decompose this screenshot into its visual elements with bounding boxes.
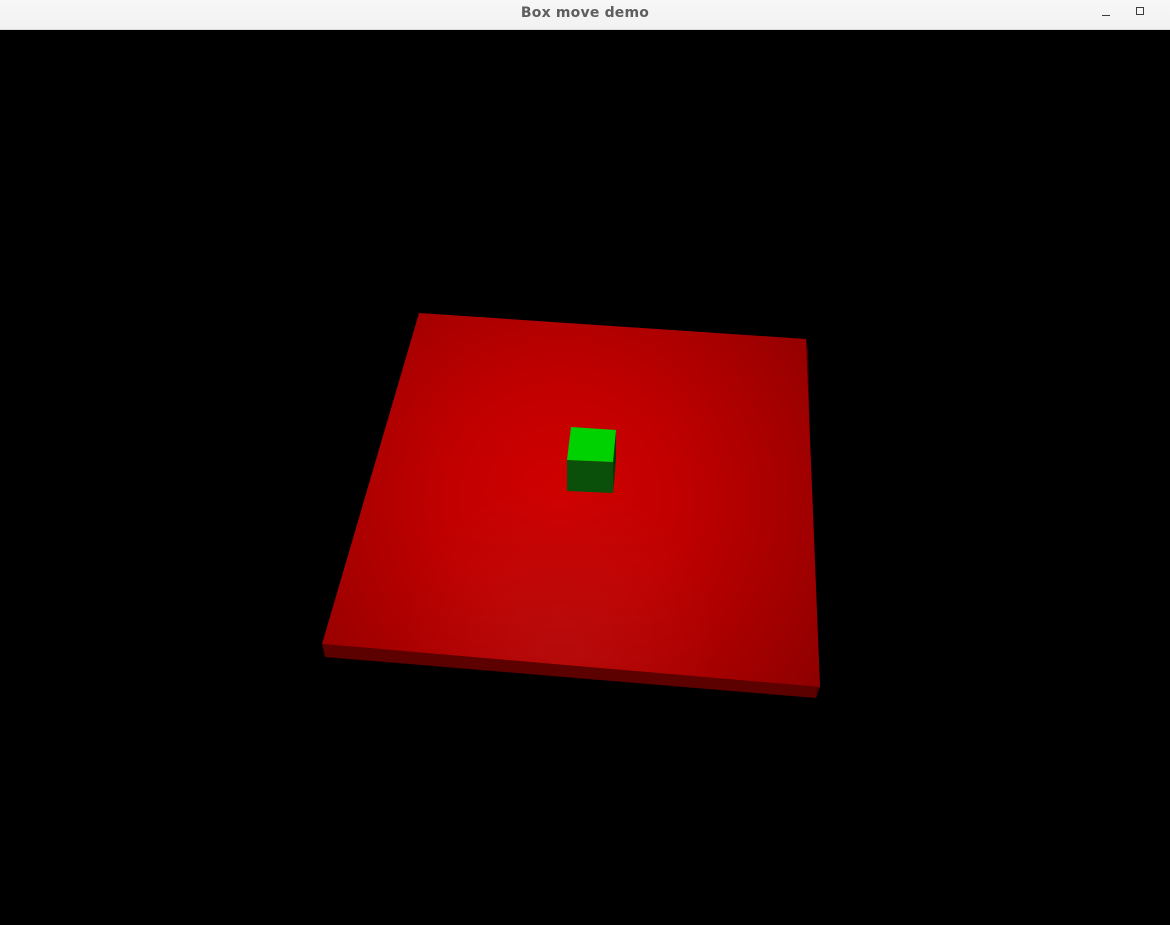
3d-viewport[interactable]: [0, 31, 1170, 925]
maximize-icon: [1129, 3, 1151, 25]
green-box[interactable]: [567, 427, 616, 493]
minimize-icon: [1095, 3, 1117, 25]
title-bar[interactable]: Box move demo: [0, 0, 1170, 30]
app-window: Box move demo: [0, 0, 1170, 925]
box-front-face: [567, 460, 613, 493]
minimize-button[interactable]: [1095, 3, 1117, 25]
box-top-face: [567, 427, 616, 462]
window-title: Box move demo: [520, 5, 650, 21]
scene-canvas: [0, 31, 1170, 925]
maximize-button[interactable]: [1129, 3, 1151, 25]
